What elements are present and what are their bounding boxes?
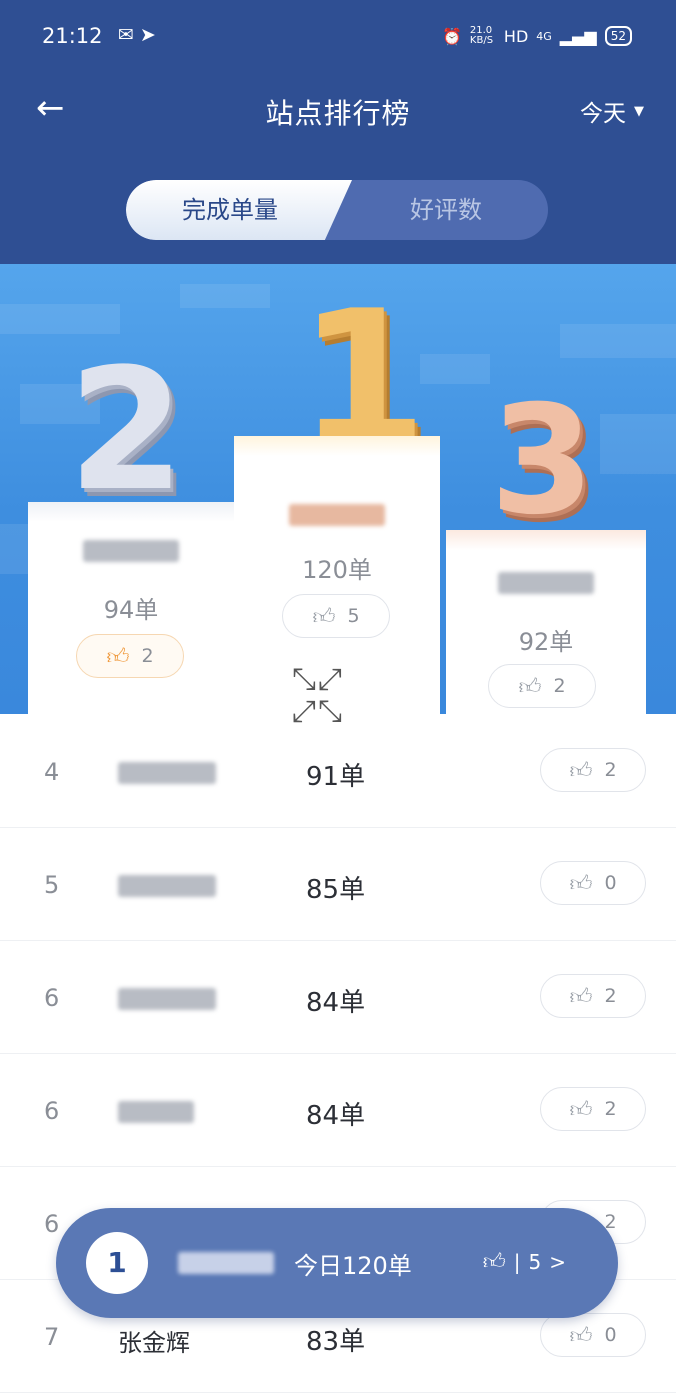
list-like-button[interactable]: 👍︎ 0 bbox=[540, 1313, 646, 1357]
status-right-icons: ⏰ 21.0 KB/S HD 4G ▂▄▆ 52 bbox=[442, 26, 632, 46]
list-count: 84单 bbox=[306, 1101, 366, 1131]
page-title: 站点排行榜 bbox=[265, 97, 411, 130]
podium-first-count: 120单 bbox=[302, 556, 372, 584]
podium-third[interactable]: 92单 👍︎ 2 bbox=[446, 530, 646, 722]
list-rank: 4 bbox=[44, 758, 60, 786]
tab-good-reviews-label: 好评数 bbox=[410, 196, 482, 224]
date-filter-label: 今天 bbox=[580, 101, 626, 127]
chevron-right-icon: > bbox=[549, 1249, 566, 1274]
network-label: 4G bbox=[536, 29, 552, 43]
alarm-icon: ⏰ bbox=[441, 26, 462, 46]
tab-good-reviews[interactable]: 好评数 bbox=[344, 180, 548, 240]
list-item[interactable]: 6 84单 👍︎ 2 bbox=[0, 1053, 676, 1167]
thumbs-up-icon: 👍︎ bbox=[569, 1097, 593, 1123]
caret-down-icon: ▼ bbox=[634, 103, 644, 119]
rank-2-numeral: 2 bbox=[68, 332, 185, 528]
list-rank: 6 bbox=[44, 1210, 60, 1238]
status-left-icons: ✉➤ bbox=[118, 24, 162, 46]
thumbs-up-icon: 👍︎ bbox=[569, 1323, 593, 1349]
list-like-button[interactable]: 👍︎ 2 bbox=[540, 974, 646, 1018]
list-item[interactable]: 6 84单 👍︎ 2 bbox=[0, 940, 676, 1054]
list-rank: 6 bbox=[44, 984, 60, 1012]
list-like-button[interactable]: 👍︎ 0 bbox=[540, 861, 646, 905]
thumbs-up-icon: 👍︎ bbox=[569, 984, 593, 1010]
list-name bbox=[118, 762, 216, 788]
thumbs-up-icon: 👍︎ bbox=[312, 604, 336, 630]
podium-second[interactable]: 94单 👍︎ 2 bbox=[28, 502, 234, 722]
status-bar: 21:12 ✉➤ ⏰ 21.0 KB/S HD 4G ▂▄▆ 52 bbox=[0, 22, 676, 54]
podium-second-likes: 2 bbox=[141, 645, 154, 667]
list-rank: 5 bbox=[44, 871, 60, 899]
my-rank-summary-bar[interactable]: 1 今日120单 👍︎ | 5 > bbox=[56, 1208, 618, 1318]
location-icon: ➤ bbox=[139, 24, 162, 46]
list-count: 85单 bbox=[306, 875, 366, 905]
thumbs-up-icon: 👍︎ bbox=[518, 674, 542, 700]
list-rank: 7 bbox=[44, 1323, 60, 1351]
list-count: 91单 bbox=[306, 762, 366, 792]
divider: | bbox=[513, 1249, 521, 1274]
my-today-count: 今日120单 bbox=[294, 1252, 412, 1280]
signal-icon: ▂▄▆ bbox=[559, 26, 597, 46]
tab-completed-orders[interactable]: 完成单量 bbox=[126, 180, 352, 240]
list-name bbox=[118, 1101, 194, 1127]
tab-completed-orders-label: 完成单量 bbox=[182, 196, 278, 224]
ranking-type-tabs: 完成单量 好评数 bbox=[126, 180, 548, 240]
wechat-icon: ✉ bbox=[118, 24, 140, 46]
podium-third-like-button[interactable]: 👍︎ 2 bbox=[488, 664, 596, 708]
list-likes: 2 bbox=[604, 985, 617, 1007]
podium-first-like-button[interactable]: 👍︎ 5 bbox=[282, 594, 390, 638]
date-filter-dropdown[interactable]: 今天 ▼ bbox=[580, 94, 644, 128]
list-likes: 0 bbox=[604, 1324, 617, 1346]
list-name bbox=[118, 988, 216, 1014]
net-speed: 21.0 KB/S bbox=[469, 25, 494, 46]
podium-second-count: 94单 bbox=[103, 596, 159, 624]
my-rank-badge: 1 bbox=[86, 1232, 148, 1294]
battery-icon: 52 bbox=[604, 26, 632, 46]
thumbs-up-icon: 👍︎ bbox=[569, 871, 593, 897]
header: 21:12 ✉➤ ⏰ 21.0 KB/S HD 4G ▂▄▆ 52 ← 站点排行… bbox=[0, 0, 676, 264]
podium-first-likes: 5 bbox=[347, 605, 360, 627]
list-name: 张金辉 bbox=[118, 1329, 190, 1357]
list-count: 84单 bbox=[306, 988, 366, 1018]
my-name bbox=[178, 1252, 274, 1278]
podium-third-name bbox=[446, 572, 646, 598]
list-like-button[interactable]: 👍︎ 2 bbox=[540, 748, 646, 792]
podium-third-count: 92单 bbox=[518, 628, 574, 656]
list-likes: 0 bbox=[604, 872, 617, 894]
podium-third-likes: 2 bbox=[553, 675, 566, 697]
list-name bbox=[118, 875, 216, 901]
rank-3-numeral: 3 bbox=[490, 374, 595, 548]
podium-first-name bbox=[234, 504, 440, 530]
podium-second-like-button[interactable]: 👍︎ 2 bbox=[76, 634, 184, 678]
thumbs-up-icon: 👍︎ bbox=[482, 1250, 506, 1275]
list-likes: 2 bbox=[604, 1098, 617, 1120]
list-likes: 2 bbox=[604, 759, 617, 781]
list-item[interactable]: 5 85单 👍︎ 0 bbox=[0, 827, 676, 941]
thumbs-up-icon: 👍︎ bbox=[569, 758, 593, 784]
status-time: 21:12 bbox=[42, 24, 103, 48]
navbar: ← 站点排行榜 今天 ▼ bbox=[0, 78, 676, 142]
list-item[interactable]: 4 91单 👍︎ 2 bbox=[0, 714, 676, 828]
list-count: 83单 bbox=[306, 1327, 366, 1357]
list-rank: 6 bbox=[44, 1097, 60, 1125]
thumbs-up-filled-icon: 👍︎ bbox=[106, 644, 130, 670]
podium-second-name bbox=[28, 540, 234, 566]
my-likes-count: 5 bbox=[528, 1249, 542, 1274]
list-like-button[interactable]: 👍︎ 2 bbox=[540, 1087, 646, 1131]
hd-label: HD bbox=[503, 26, 529, 46]
my-likes: 👍︎ | 5 > bbox=[482, 1248, 566, 1276]
